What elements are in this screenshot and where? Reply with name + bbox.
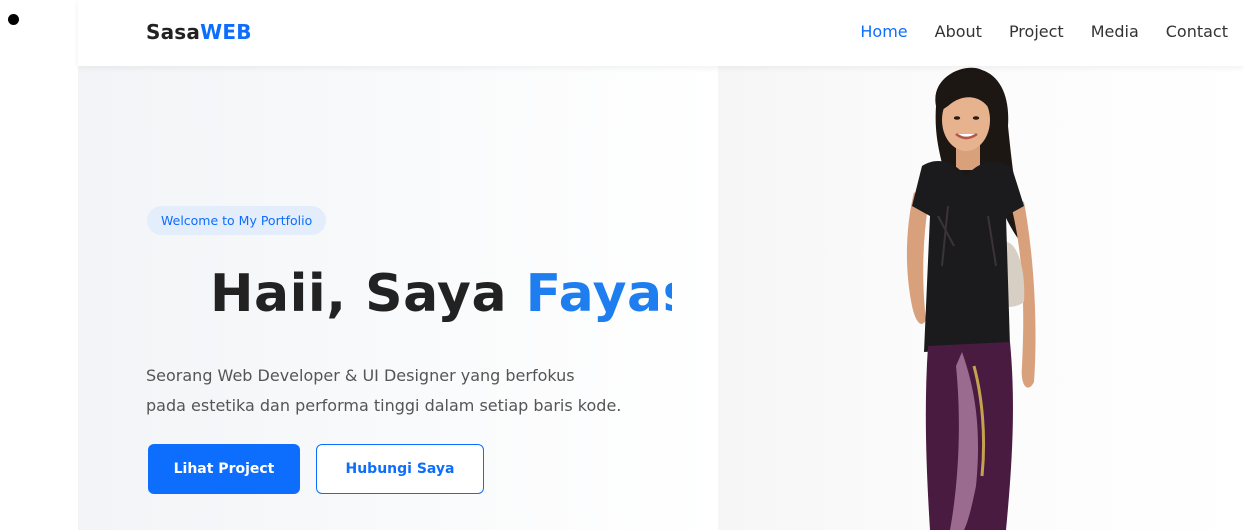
bullet-dot-icon <box>8 14 19 25</box>
hero-description: Seorang Web Developer & UI Designer yang… <box>146 361 706 421</box>
nav-contact[interactable]: Contact <box>1166 22 1228 41</box>
view-project-button[interactable]: Lihat Project <box>148 444 300 494</box>
navbar: SasaWEB Home About Project Media Contact <box>78 0 1244 66</box>
hero-headline: Haii, Saya Fayas <box>210 264 672 324</box>
description-line-2: pada estetika dan performa tinggi dalam … <box>146 396 622 415</box>
hero-image-panel <box>718 66 1244 530</box>
brand-prefix: Sasa <box>146 20 201 44</box>
description-line-1: Seorang Web Developer & UI Designer yang… <box>146 366 575 385</box>
nav-home[interactable]: Home <box>860 22 907 41</box>
brand-logo[interactable]: SasaWEB <box>146 20 252 44</box>
hero-section: Welcome to My Portfolio Haii, Saya Faya s… <box>78 66 718 530</box>
nav-links: Home About Project Media Contact <box>833 22 1228 41</box>
contact-me-button[interactable]: Hubungi Saya <box>316 444 484 494</box>
welcome-badge: Welcome to My Portfolio <box>147 206 327 235</box>
headline-name: Fayas <box>525 264 672 324</box>
page: SasaWEB Home About Project Media Contact… <box>0 0 1244 530</box>
headline-container: Haii, Saya Fayas <box>78 256 672 336</box>
nav-media[interactable]: Media <box>1091 22 1139 41</box>
nav-project[interactable]: Project <box>1009 22 1064 41</box>
woman-illustration <box>906 67 1036 530</box>
headline-greeting: Haii, Saya <box>210 264 526 324</box>
nav-about[interactable]: About <box>935 22 982 41</box>
brand-accent: WEB <box>200 20 252 44</box>
